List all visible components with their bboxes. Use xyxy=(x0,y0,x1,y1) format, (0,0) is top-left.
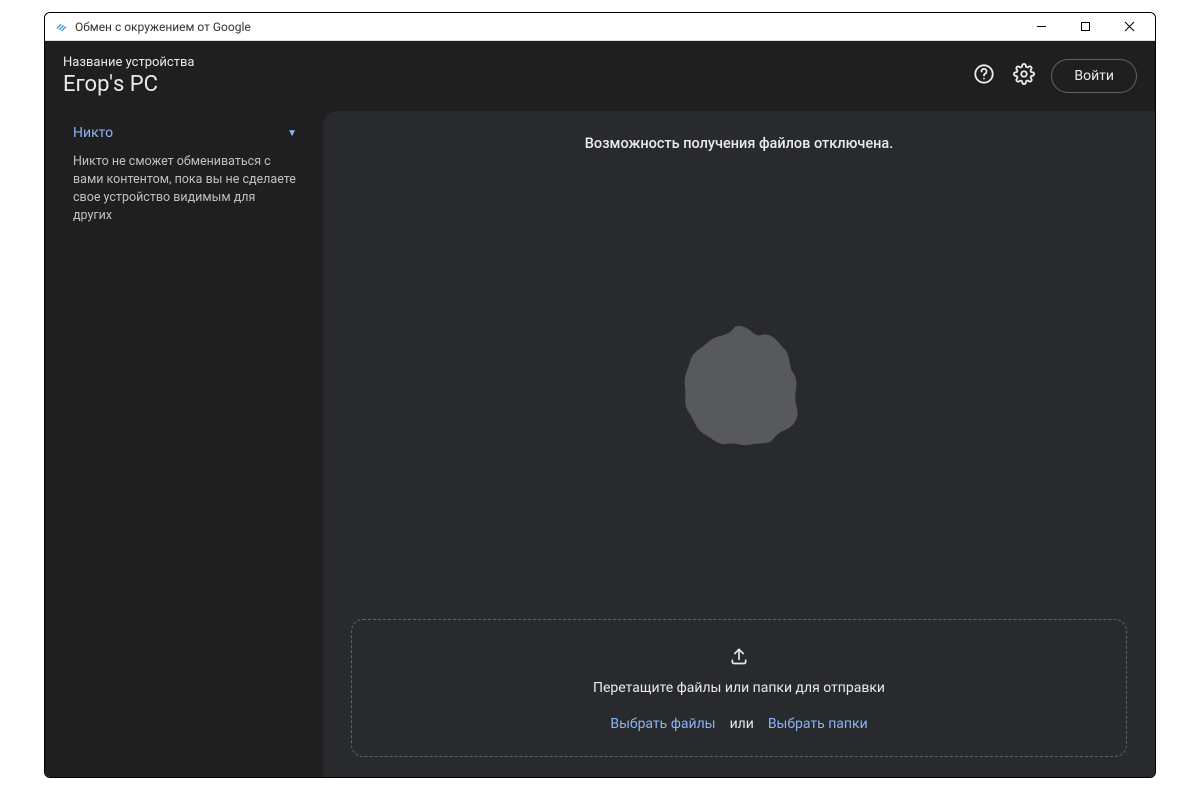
device-name: Егор's PC xyxy=(63,72,194,97)
maximize-button[interactable] xyxy=(1063,14,1107,40)
window-titlebar: Обмен с окружением от Google xyxy=(45,13,1155,41)
header-actions: Войти xyxy=(971,59,1137,93)
visibility-value: Никто xyxy=(73,125,113,141)
receive-status: Возможность получения файлов отключена. xyxy=(585,135,893,152)
app-header: Название устройства Егор's PC xyxy=(45,41,1155,111)
select-files-button[interactable]: Выбрать файлы xyxy=(610,716,715,732)
caret-down-icon: ▼ xyxy=(287,128,297,139)
device-info: Название устройства Егор's PC xyxy=(63,55,194,97)
minimize-button[interactable] xyxy=(1019,14,1063,40)
drop-actions: Выбрать файлы или Выбрать папки xyxy=(610,716,867,732)
window-title: Обмен с окружением от Google xyxy=(75,20,251,34)
drop-zone[interactable]: Перетащите файлы или папки для отправки … xyxy=(351,619,1127,757)
placeholder-zone xyxy=(351,152,1127,619)
window-controls xyxy=(1019,14,1151,40)
app-body: Название устройства Егор's PC xyxy=(45,41,1155,777)
gear-icon xyxy=(1013,63,1035,89)
content: Никто ▼ Никто не сможет обмениваться с в… xyxy=(45,111,1155,777)
titlebar-left: Обмен с окружением от Google xyxy=(55,20,251,34)
help-button[interactable] xyxy=(971,63,997,89)
drop-or-label: или xyxy=(730,716,754,732)
main-panel: Возможность получения файлов отключена. xyxy=(323,111,1155,777)
login-button[interactable]: Войти xyxy=(1051,59,1137,93)
nearby-share-icon xyxy=(55,20,69,34)
settings-button[interactable] xyxy=(1011,63,1037,89)
visibility-description: Никто не сможет обмениваться с вами конт… xyxy=(63,147,307,226)
device-label: Название устройства xyxy=(63,55,194,70)
app-window: Обмен с окружением от Google Название ус… xyxy=(44,12,1156,778)
close-button[interactable] xyxy=(1107,14,1151,40)
placeholder-graphic xyxy=(664,311,814,461)
upload-icon xyxy=(729,646,749,670)
drop-text: Перетащите файлы или папки для отправки xyxy=(593,680,885,696)
select-folders-button[interactable]: Выбрать папки xyxy=(768,716,868,732)
sidebar: Никто ▼ Никто не сможет обмениваться с в… xyxy=(45,111,323,777)
visibility-selector[interactable]: Никто ▼ xyxy=(63,119,307,147)
help-icon xyxy=(973,63,995,89)
